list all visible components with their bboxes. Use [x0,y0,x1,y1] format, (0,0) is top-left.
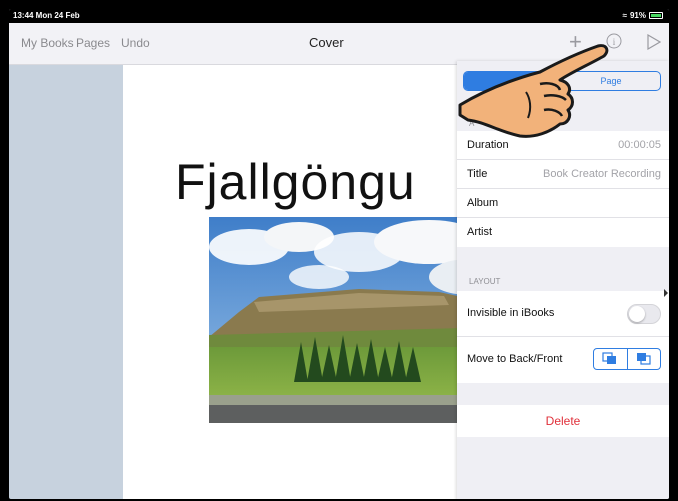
undo-button[interactable]: Undo [121,36,150,50]
artist-row[interactable]: Artist [457,218,669,247]
send-to-back-button[interactable] [594,349,627,369]
invisible-row: Invisible in iBooks [457,291,669,337]
landscape-photo[interactable] [209,217,499,423]
device-frame: 13:44 Mon 24 Feb ≈ 91% My Books Pages Un… [0,0,678,501]
pointing-hand-icon [458,44,609,138]
book-title-text[interactable]: Fjallgöngu [175,153,416,211]
move-row: Move to Back/Front [457,337,669,383]
artist-label: Artist [467,226,493,238]
order-buttons [593,348,661,370]
title-field[interactable]: Book Creator Recording [543,168,661,180]
battery-icon [649,12,663,19]
duration-value: 00:00:05 [618,139,661,151]
title-row[interactable]: Title Book Creator Recording [457,160,669,189]
page-title-nav: Cover [309,35,344,50]
my-books-button[interactable]: My Books [21,36,74,50]
duration-label: Duration [467,139,509,151]
page-turn-arrow-icon[interactable] [664,289,668,297]
toggle-knob [629,306,645,322]
invisible-toggle[interactable] [627,304,661,324]
album-label: Album [467,197,499,209]
play-icon[interactable] [647,33,662,55]
status-indicators: ≈ 91% [623,11,663,20]
status-time: 13:44 Mon 24 Feb [13,11,80,20]
audio-settings-list: Duration 00:00:05 Title Book Creator Rec… [457,131,669,247]
pages-button[interactable]: Pages [76,36,110,50]
invisible-label: Invisible in iBooks [467,307,555,319]
layout-settings-list: Invisible in iBooks Move to Back/Front [457,291,669,383]
title-label: Title [467,168,488,180]
layout-section-header: LAYOUT [469,277,501,286]
move-label: Move to Back/Front [467,353,563,365]
wifi-icon: ≈ [622,11,627,20]
bring-to-front-button[interactable] [626,349,661,369]
delete-button[interactable]: Delete [457,405,669,437]
album-row[interactable]: Album [457,189,669,218]
battery-percent: 91% [629,11,646,20]
svg-text:i: i [613,37,616,47]
